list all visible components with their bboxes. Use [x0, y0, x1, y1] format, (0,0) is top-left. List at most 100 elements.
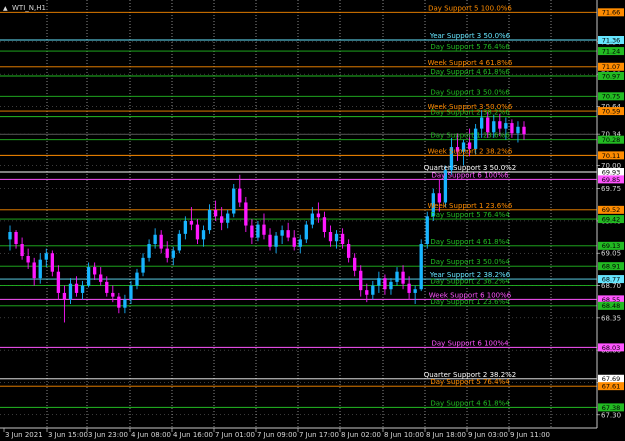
- support-level-label: Day Support 2 38.2%6: [430, 109, 510, 117]
- candle-bear: [322, 217, 327, 232]
- candle-bear: [286, 230, 290, 238]
- time-tick-label: 8 Jun 10:00: [384, 431, 424, 439]
- time-tick-label: 8 Jun 02:00: [341, 431, 381, 439]
- candle-bull: [123, 299, 127, 308]
- candle-bear: [268, 234, 272, 247]
- candle-bear: [316, 213, 321, 218]
- support-level-label: Day Support 4 61.8%4: [430, 399, 510, 407]
- candle-bear: [262, 224, 266, 235]
- price-tag-label: 67.61: [602, 383, 621, 391]
- candle-bear: [117, 296, 121, 308]
- candle-bear: [244, 202, 248, 226]
- candle-bear: [353, 257, 357, 271]
- candle-bear: [74, 283, 79, 293]
- price-tick-label: 69.05: [601, 250, 621, 258]
- candle-bear: [111, 292, 115, 297]
- price-tag-label: 71.07: [602, 63, 621, 71]
- candle-bear: [292, 237, 296, 247]
- price-tag-label: 68.03: [602, 344, 621, 352]
- price-tag-label: 68.91: [602, 263, 621, 271]
- price-tag-label: 67.38: [602, 404, 621, 412]
- candle-bear: [99, 274, 103, 282]
- price-tag-label: 70.11: [602, 152, 621, 160]
- candle-bear: [522, 126, 526, 135]
- support-level-label: Day Support 1 23.6%6: [430, 132, 510, 140]
- candle-bull: [183, 220, 188, 234]
- candle-bull: [371, 285, 375, 295]
- candle-bull: [389, 281, 393, 290]
- candle-bull: [147, 244, 151, 258]
- candle-bull: [44, 253, 48, 260]
- time-tick-label: 8 Jun 18:00: [426, 431, 466, 439]
- price-tag-label: 69.52: [602, 206, 621, 214]
- candle-bull: [256, 224, 260, 238]
- time-tick-label: 7 Jun 17:00: [299, 431, 339, 439]
- candle-bear: [92, 267, 97, 275]
- candle-bull: [8, 232, 12, 240]
- candle-bear: [486, 117, 490, 133]
- price-tick-label: 69.75: [601, 185, 621, 193]
- candle-bear: [32, 262, 36, 279]
- candle-bear: [14, 232, 18, 244]
- candle-bear: [189, 220, 194, 225]
- candle-bull: [153, 234, 157, 244]
- support-level-label: Day Support 5 76.4%4: [430, 378, 510, 386]
- candle-bull: [226, 213, 230, 223]
- support-level-label: Day Support 2 38.2%4: [430, 278, 510, 286]
- candle-bull: [80, 285, 85, 293]
- price-tag-label: 70.28: [602, 136, 621, 144]
- price-tag-label: 68.48: [602, 302, 621, 310]
- candle-bull: [377, 278, 381, 286]
- candle-bear: [195, 224, 200, 240]
- candle-bull: [395, 271, 399, 282]
- support-level-label: Year Support 3 50.0%6: [429, 32, 511, 40]
- support-level-label: Day Support 3 50.0%4: [430, 258, 510, 266]
- candle-bull: [334, 233, 339, 242]
- support-level-label: Day Support 4 61.8%4: [430, 238, 510, 246]
- price-tag-label: 69.85: [602, 176, 621, 184]
- candle-bull: [298, 239, 302, 247]
- candle-bear: [20, 244, 24, 256]
- symbol-title: WTI_N,H1: [12, 4, 46, 12]
- candle-bull: [304, 224, 308, 240]
- support-level-label: Week Support 2 38.2%6: [428, 147, 513, 155]
- candle-bear: [510, 123, 514, 134]
- support-level-label: Day Support 3 50.0%6: [430, 88, 510, 96]
- price-tag-label: 71.24: [602, 47, 621, 55]
- candle-bull: [177, 233, 181, 251]
- candle-bull: [419, 244, 423, 290]
- support-level-label: Week Support 4 61.8%6: [428, 59, 513, 67]
- candle-bull: [492, 121, 496, 133]
- symbol-dropdown-arrow-icon[interactable]: ▲: [3, 5, 8, 12]
- candle-bull: [280, 230, 284, 236]
- time-tick-label: 7 Jun 09:00: [257, 431, 297, 439]
- price-tag-label: 70.97: [602, 72, 621, 80]
- candle-bear: [346, 244, 351, 258]
- price-tag-label: 70.75: [602, 93, 621, 101]
- price-tick-label: 68.35: [601, 314, 621, 322]
- candle-bear: [62, 292, 67, 300]
- price-chart[interactable]: Day Support 5 100.0%6 Year Support 3 50.0…: [0, 0, 625, 441]
- candle-bear: [359, 270, 363, 291]
- candle-bull: [413, 289, 417, 293]
- support-level-label: Day Support 6 100%4: [431, 339, 509, 347]
- candle-bear: [365, 290, 369, 295]
- price-tick-label: 67.30: [601, 411, 621, 419]
- time-tick-label: 9 Jun 03:00: [468, 431, 508, 439]
- candle-bear: [401, 271, 405, 284]
- time-tick-label: 3 Jun 15:00: [48, 431, 88, 439]
- candle-bear: [250, 225, 254, 238]
- candle-bear: [340, 233, 345, 244]
- support-level-label: Day Support 5 76.4%6: [430, 43, 510, 51]
- candle-bull: [480, 117, 484, 129]
- price-axis[interactable]: 71.3470.9970.6470.3470.0069.7569.4069.05…: [596, 0, 625, 428]
- candle-bull: [141, 257, 145, 273]
- candle-bull: [171, 250, 175, 258]
- price-tag-label: 69.13: [602, 242, 621, 250]
- candle-bull: [207, 209, 212, 231]
- price-tag-label: 71.36: [602, 36, 621, 44]
- candle-bull: [86, 267, 91, 286]
- candle-bull: [201, 230, 206, 240]
- price-tag-label: 69.42: [602, 215, 621, 223]
- time-tick-label: 7 Jun 01:00: [215, 431, 255, 439]
